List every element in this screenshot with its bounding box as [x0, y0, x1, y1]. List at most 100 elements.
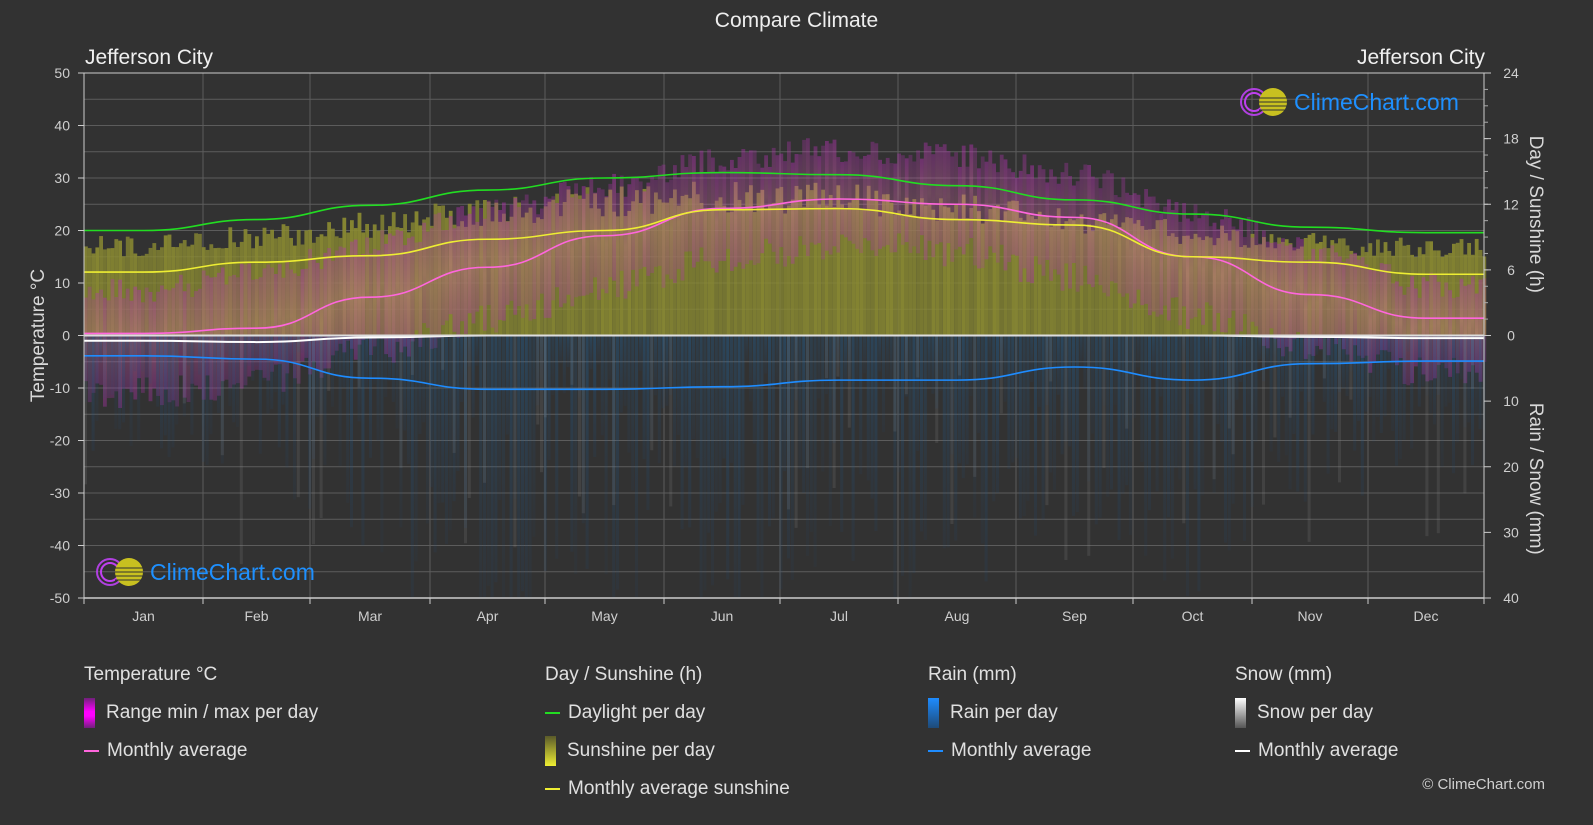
- snow-bar: [836, 335, 840, 377]
- y-axis-title-left: Temperature °C: [28, 269, 49, 402]
- snow-bar: [540, 335, 544, 473]
- rain-bar: [562, 335, 566, 394]
- temp-range-bar: [882, 163, 886, 247]
- temp-range-bar: [593, 192, 597, 278]
- rain-bar: [1452, 335, 1456, 474]
- snow-bar: [973, 335, 977, 477]
- temp-range-bar: [707, 149, 711, 262]
- rain-bar: [688, 335, 692, 528]
- legend-item[interactable]: Monthly average: [928, 740, 1091, 762]
- temp-range-bar: [1224, 209, 1228, 333]
- temp-range-bar: [395, 229, 400, 342]
- temp-range-bar: [718, 165, 723, 262]
- temp-range-bar: [927, 146, 932, 241]
- legend-item[interactable]: Monthly average: [84, 740, 318, 762]
- temp-range-bar: [380, 230, 385, 340]
- snow-bar: [1087, 335, 1091, 556]
- rain-bar: [1433, 335, 1437, 425]
- temp-range-bar: [1003, 159, 1008, 271]
- legend-item[interactable]: Monthly average sunshine: [545, 778, 790, 800]
- temp-range-bar: [783, 161, 787, 267]
- rain-bar: [1060, 335, 1064, 455]
- snow-bar: [441, 335, 445, 370]
- temp-range-bar: [1087, 165, 1091, 285]
- rain-bar: [718, 335, 722, 504]
- logo-bottom-left[interactable]: ClimeChart.com: [94, 556, 315, 588]
- rain-bar: [125, 335, 129, 356]
- rain-bar: [426, 335, 430, 524]
- rain-bar: [144, 335, 148, 391]
- temp-range-bar: [623, 196, 628, 299]
- logo-top-right[interactable]: ClimeChart.com: [1238, 86, 1459, 118]
- rain-bar: [600, 335, 604, 436]
- legend-item[interactable]: Daylight per day: [545, 702, 790, 724]
- temp-range-bar: [460, 205, 464, 322]
- snow-bar: [935, 335, 939, 443]
- rain-bar: [1277, 335, 1281, 462]
- temp-range-bar: [467, 213, 472, 314]
- legend-item-label: Monthly average: [951, 740, 1092, 761]
- rain-bar: [885, 335, 889, 380]
- rain-bar: [775, 335, 779, 385]
- temp-range-bar: [1113, 195, 1118, 283]
- rain-bar: [589, 335, 593, 370]
- legend-item[interactable]: Rain per day: [928, 698, 1091, 728]
- temp-range-bar: [1083, 164, 1088, 266]
- rain-bar: [422, 335, 426, 423]
- rain-bar: [395, 335, 399, 429]
- rain-bar: [1041, 335, 1045, 520]
- rain-bar: [745, 335, 749, 362]
- legend-line-swatch-icon: [84, 750, 99, 752]
- temp-range-bar: [1132, 193, 1137, 304]
- temp-range-bar: [376, 250, 381, 336]
- rain-bar: [247, 335, 251, 366]
- snow-bar: [1064, 335, 1068, 561]
- temp-range-bar: [1015, 177, 1019, 256]
- rain-bar: [1353, 335, 1357, 451]
- legend-group: Snow (mm) Snow per day Monthly average: [1235, 664, 1398, 778]
- rain-bar: [1170, 335, 1174, 559]
- legend-item[interactable]: Range min / max per day: [84, 698, 318, 728]
- temp-range-bar: [578, 198, 582, 297]
- temp-range-bar: [665, 182, 670, 275]
- rain-bar: [1129, 335, 1133, 535]
- temp-range-bar: [1216, 229, 1221, 314]
- snow-bar: [1288, 335, 1292, 418]
- snow-bar: [1338, 335, 1342, 483]
- temp-range-bar: [1125, 192, 1129, 294]
- legend-bar-swatch-icon: [1235, 698, 1246, 728]
- legend-group-title: Snow (mm): [1235, 664, 1333, 685]
- legend-bar-swatch-icon: [928, 698, 939, 728]
- y-axis-title-right-top: Day / Sunshine (h): [1525, 136, 1546, 293]
- snow-bar: [650, 335, 654, 451]
- rain-bar: [414, 335, 418, 562]
- rain-bar: [654, 335, 658, 396]
- rain-bar: [1117, 335, 1121, 541]
- rain-bar: [213, 335, 217, 389]
- rain-bar: [1448, 335, 1452, 403]
- legend-item[interactable]: Snow per day: [1235, 698, 1398, 728]
- temp-range-bar: [1231, 226, 1236, 311]
- rain-bar: [939, 335, 943, 391]
- rain-bar: [699, 335, 703, 598]
- rain-bar: [1091, 335, 1095, 434]
- rain-bar: [722, 335, 726, 459]
- rain-bar: [338, 335, 342, 467]
- temp-range-bar: [669, 179, 673, 280]
- snow-bar: [536, 335, 540, 425]
- rain-bar: [186, 335, 190, 366]
- left-tick-label: -30: [50, 485, 70, 501]
- temp-range-bar: [505, 221, 510, 305]
- snow-bar: [464, 335, 468, 544]
- legend-item-label: Sunshine per day: [567, 740, 715, 761]
- temp-range-bar: [1011, 172, 1015, 255]
- rain-bar: [1372, 335, 1376, 442]
- temp-range-bar: [1045, 182, 1050, 260]
- rain-bar: [817, 335, 821, 399]
- legend-item[interactable]: Monthly average: [1235, 740, 1398, 762]
- snow-bar: [669, 335, 673, 507]
- left-tick-label: 30: [54, 170, 70, 186]
- rain-bar: [566, 335, 570, 368]
- legend-item[interactable]: Sunshine per day: [545, 736, 790, 766]
- rain-bar: [920, 335, 924, 532]
